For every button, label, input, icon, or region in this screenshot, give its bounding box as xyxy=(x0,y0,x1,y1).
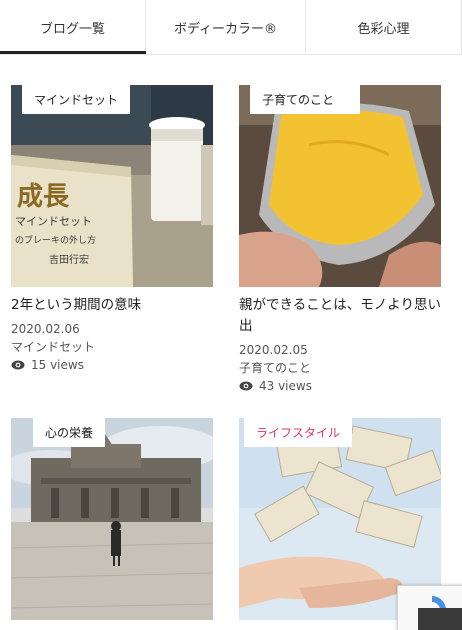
svg-text:のブレーキの外し方: のブレーキの外し方 xyxy=(15,234,96,246)
post-date: 2020.02.05 xyxy=(239,343,308,357)
views-count: 15 views xyxy=(31,358,84,372)
tab-label: 色彩心理 xyxy=(357,21,410,37)
sweet-potato-image xyxy=(239,85,441,287)
svg-text:マインドセット: マインドセット xyxy=(15,215,92,228)
category-label[interactable]: 子育てのこと xyxy=(250,84,360,114)
post-title[interactable]: 2年という期間の意味 xyxy=(11,295,217,316)
tab-label: ブログ一覧 xyxy=(39,21,105,37)
post-category[interactable]: 子育てのこと xyxy=(239,359,311,377)
category-label[interactable]: マインドセット xyxy=(22,84,131,114)
svg-text:吉田行宏: 吉田行宏 xyxy=(49,253,89,266)
book-and-coffee-image: 成長 マインドセット のブレーキの外し方 吉田行宏 xyxy=(11,85,213,287)
tab-color-psychology[interactable]: 色彩心理 xyxy=(306,0,462,54)
post-thumbnail-book-and-coffee[interactable]: 成長 マインドセット のブレーキの外し方 吉田行宏 xyxy=(11,85,213,287)
eye-icon xyxy=(239,381,253,391)
post-views: 43 views xyxy=(239,377,312,395)
active-tab-indicator xyxy=(0,51,146,54)
tab-body-color[interactable]: ボディーカラー® xyxy=(146,0,306,54)
eye-icon xyxy=(11,360,25,370)
post-views: 15 views xyxy=(11,356,84,374)
category-label[interactable]: 心の栄養 xyxy=(33,417,106,447)
temple-courtyard-image xyxy=(11,418,213,620)
dark-overlay xyxy=(418,608,462,630)
recaptcha-badge[interactable] xyxy=(397,585,462,630)
category-label[interactable]: ライフスタイル xyxy=(244,417,353,447)
tab-label: ボディーカラー® xyxy=(173,21,278,37)
post-title[interactable]: 親ができることは、モノより思い出 xyxy=(239,295,445,337)
post-thumbnail-sweet-potato[interactable] xyxy=(239,85,441,287)
post-category[interactable]: マインドセット xyxy=(11,338,95,356)
views-count: 43 views xyxy=(259,379,312,393)
svg-text:成長: 成長 xyxy=(17,182,70,212)
category-tabs: ブログ一覧 ボディーカラー® 色彩心理 xyxy=(0,0,462,55)
tab-blog-list[interactable]: ブログ一覧 xyxy=(0,0,146,54)
post-thumbnail-temple[interactable] xyxy=(11,418,213,620)
post-date: 2020.02.06 xyxy=(11,322,80,336)
